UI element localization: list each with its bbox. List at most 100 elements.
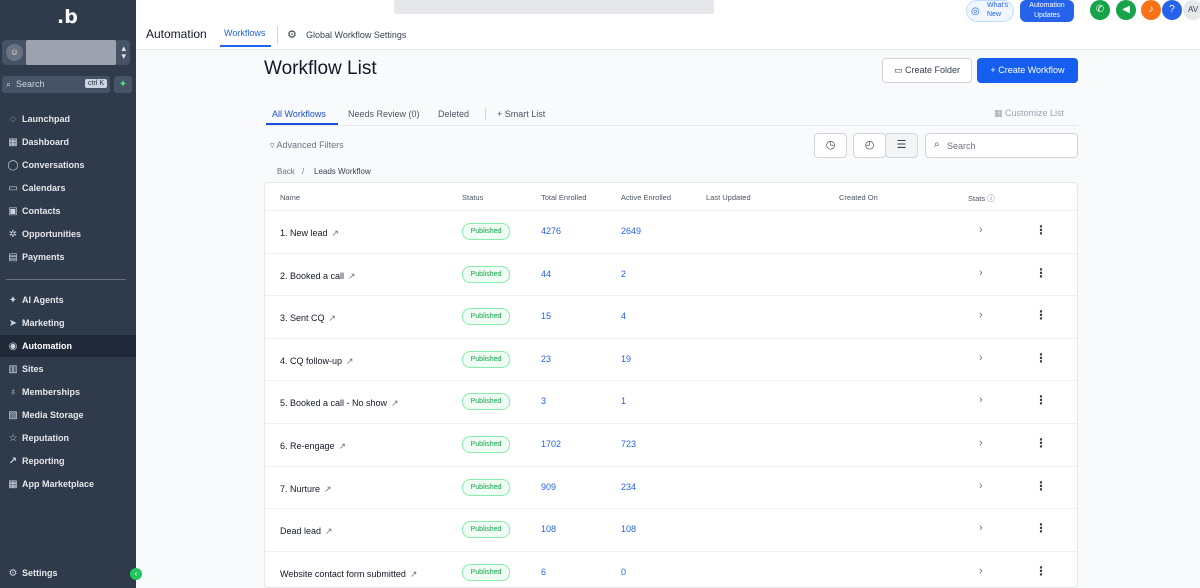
external-link-icon[interactable]: ↗	[324, 484, 332, 494]
tab-all-workflows[interactable]: All Workflows	[272, 109, 326, 119]
chevron-right-icon[interactable]: ›	[979, 352, 983, 364]
total-enrolled-link[interactable]: 23	[541, 354, 551, 364]
column-header-created-on[interactable]: Created On	[839, 193, 878, 202]
whats-new-button[interactable]: ◎ What's New	[966, 0, 1014, 22]
account-switcher[interactable]: ☺ ▴ ▾	[2, 40, 130, 65]
active-enrolled-link[interactable]: 2	[621, 269, 626, 279]
active-enrolled-link[interactable]: 723	[621, 439, 636, 449]
table-row[interactable]: Website contact form submitted ↗ Published…	[265, 550, 1077, 587]
history-button[interactable]: ◷	[814, 133, 847, 158]
external-link-icon[interactable]: ↗	[339, 441, 347, 451]
workflow-name-link[interactable]: 2. Booked a call ↗	[280, 271, 356, 282]
total-enrolled-link[interactable]: 3	[541, 396, 546, 406]
workflow-name-link[interactable]: 6. Re-engage ↗	[280, 441, 346, 452]
chevron-right-icon[interactable]: ›	[979, 437, 983, 449]
sidebar-item-opportunities[interactable]: ✲ Opportunities	[0, 223, 136, 245]
sidebar-search-input[interactable]: ⌕ Search ctrl K	[2, 76, 110, 93]
chevron-right-icon[interactable]: ›	[979, 267, 983, 279]
quick-action-button[interactable]: ✦	[114, 76, 132, 93]
sidebar-item-dashboard[interactable]: ▦ Dashboard	[0, 131, 136, 153]
workflow-name-link[interactable]: Website contact form submitted ↗	[280, 569, 417, 580]
sidebar-item-calendars[interactable]: ▭ Calendars	[0, 177, 136, 199]
column-header-last-updated[interactable]: Last Updated	[706, 193, 751, 202]
table-row[interactable]: 6. Re-engage ↗ Published 1702 723 › ⋮	[265, 423, 1077, 465]
external-link-icon[interactable]: ↗	[332, 228, 340, 238]
tab-global-workflow-settings[interactable]: Global Workflow Settings	[306, 30, 406, 40]
more-options-icon[interactable]: ⋮	[1035, 351, 1047, 365]
table-row[interactable]: 2. Booked a call ↗ Published 44 2 › ⋮	[265, 252, 1077, 295]
more-options-icon[interactable]: ⋮	[1035, 223, 1047, 237]
active-enrolled-link[interactable]: 19	[621, 354, 631, 364]
sidebar-item-settings[interactable]: ⚙ Settings	[0, 562, 136, 584]
workflow-search-input[interactable]: ⌕ Search	[925, 133, 1078, 158]
external-link-icon[interactable]: ↗	[329, 313, 337, 323]
help-button[interactable]: ?	[1162, 0, 1182, 20]
active-enrolled-link[interactable]: 4	[621, 311, 626, 321]
table-row[interactable]: 7. Nurture ↗ Published 909 234 › ⋮	[265, 465, 1077, 508]
total-enrolled-link[interactable]: 108	[541, 524, 556, 534]
breadcrumb-back[interactable]: Back	[277, 167, 295, 176]
sidebar-item-launchpad[interactable]: ◌ Launchpad	[0, 108, 136, 130]
chevron-right-icon[interactable]: ›	[979, 224, 983, 236]
table-row[interactable]: 1. New lead ↗ Published 4276 2649 › ⋮	[265, 210, 1077, 252]
sidebar-item-reputation[interactable]: ☆ Reputation	[0, 427, 136, 449]
active-enrolled-link[interactable]: 1	[621, 396, 626, 406]
sidebar-item-contacts[interactable]: ▣ Contacts	[0, 200, 136, 222]
total-enrolled-link[interactable]: 6	[541, 567, 546, 577]
sidebar-item-memberships[interactable]: ♁ Memberships	[0, 381, 136, 403]
sidebar-item-app-marketplace[interactable]: ▦ App Marketplace	[0, 473, 136, 495]
chevron-right-icon[interactable]: ›	[979, 480, 983, 492]
sidebar-item-automation[interactable]: ◉ Automation	[0, 335, 136, 357]
advanced-filters-button[interactable]: ▿ Advanced Filters	[270, 140, 344, 151]
sidebar-item-reporting[interactable]: ↗ Reporting	[0, 450, 136, 472]
phone-button[interactable]: ✆	[1090, 0, 1110, 20]
more-options-icon[interactable]: ⋮	[1035, 393, 1047, 407]
more-options-icon[interactable]: ⋮	[1035, 266, 1047, 280]
more-options-icon[interactable]: ⋮	[1035, 308, 1047, 322]
list-view-button[interactable]: ☰	[885, 133, 918, 158]
table-row[interactable]: Dead lead ↗ Published 108 108 › ⋮	[265, 508, 1077, 550]
clock-view-button[interactable]: ◴	[853, 133, 886, 158]
external-link-icon[interactable]: ↗	[325, 526, 333, 536]
table-row[interactable]: 5. Booked a call - No show ↗ Published 3 1 › ⋮	[265, 380, 1077, 422]
tab-workflows[interactable]: Workflows	[224, 28, 265, 38]
more-options-icon[interactable]: ⋮	[1035, 479, 1047, 493]
more-options-icon[interactable]: ⋮	[1035, 521, 1047, 535]
chevron-right-icon[interactable]: ›	[979, 394, 983, 406]
workflow-name-link[interactable]: Dead lead ↗	[280, 526, 333, 537]
table-row[interactable]: 3. Sent CQ ↗ Published 15 4 › ⋮	[265, 295, 1077, 337]
collapse-sidebar-button[interactable]: ‹	[130, 568, 142, 580]
total-enrolled-link[interactable]: 4276	[541, 226, 561, 236]
total-enrolled-link[interactable]: 1702	[541, 439, 561, 449]
avatar[interactable]: AV	[1183, 0, 1200, 20]
total-enrolled-link[interactable]: 44	[541, 269, 551, 279]
external-link-icon[interactable]: ↗	[346, 356, 354, 366]
external-link-icon[interactable]: ↗	[348, 271, 356, 281]
create-folder-button[interactable]: ▭ Create Folder	[882, 58, 972, 83]
active-enrolled-link[interactable]: 0	[621, 567, 626, 577]
sidebar-item-ai-agents[interactable]: ✦ AI Agents	[0, 289, 136, 311]
active-enrolled-link[interactable]: 108	[621, 524, 636, 534]
sidebar-item-sites[interactable]: ▥ Sites	[0, 358, 136, 380]
column-header-active-enrolled[interactable]: Active Enrolled	[621, 193, 671, 202]
workflow-name-link[interactable]: 7. Nurture ↗	[280, 484, 332, 495]
workflow-name-link[interactable]: 1. New lead ↗	[280, 228, 339, 239]
chevron-right-icon[interactable]: ›	[979, 522, 983, 534]
workflow-name-link[interactable]: 3. Sent CQ ↗	[280, 313, 336, 324]
table-row[interactable]: 4. CQ follow-up ↗ Published 23 19 › ⋮	[265, 337, 1077, 380]
bell-button[interactable]: ♪	[1141, 0, 1161, 20]
create-workflow-button[interactable]: + Create Workflow	[977, 58, 1078, 83]
brand-logo[interactable]: .b	[57, 6, 78, 28]
automation-updates-button[interactable]: Automation Updates	[1020, 0, 1074, 22]
customize-list-button[interactable]: ▦ Customize List	[994, 108, 1064, 119]
active-enrolled-link[interactable]: 234	[621, 482, 636, 492]
chevron-right-icon[interactable]: ›	[979, 309, 983, 321]
external-link-icon[interactable]: ↗	[410, 569, 418, 579]
column-header-stats[interactable]: Stats ⓘ	[968, 193, 995, 204]
column-header-name[interactable]: Name	[280, 193, 300, 202]
more-options-icon[interactable]: ⋮	[1035, 564, 1047, 578]
column-header-total-enrolled[interactable]: Total Enrolled	[541, 193, 586, 202]
tab-smart-list[interactable]: + Smart List	[497, 109, 545, 119]
active-enrolled-link[interactable]: 2649	[621, 226, 641, 236]
workflow-name-link[interactable]: 5. Booked a call - No show ↗	[280, 398, 399, 409]
